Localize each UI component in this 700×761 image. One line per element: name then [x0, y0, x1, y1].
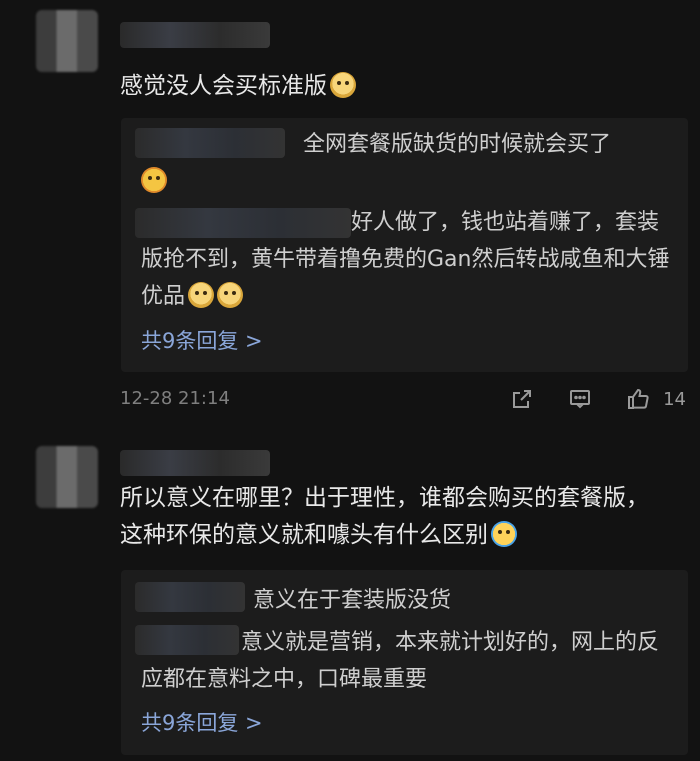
reply-2-text: 好人做了，钱也站着赚了，套装版抢不到，黄牛带着撸免费的Gan然后转战咸鱼和大锤优… [141, 210, 670, 309]
reply-1-text: 全网套餐版缺货的时候就会买了 [141, 126, 672, 200]
thumbs-up-icon[interactable] [623, 384, 653, 414]
doge-icon [330, 72, 356, 98]
doge-icon [217, 282, 244, 308]
reply-2-text: 意义就是营销，本来就计划好的，网上的反应都在意料之中，口碑最重要 [141, 630, 660, 692]
comment-icon[interactable] [565, 384, 595, 414]
avatar[interactable] [36, 446, 98, 508]
comment-body: 感觉没人会买标准版 [120, 73, 327, 99]
comment-2: 所以意义在哪里？出于理性，谁都会购买的套餐版，这种环保的意义就和噱头有什么区别 … [0, 430, 700, 761]
comment-meta: 12-28 21:14 14 [120, 384, 686, 414]
view-more-replies-link[interactable]: 共9条回复 > [141, 707, 263, 737]
share-icon[interactable] [507, 384, 537, 414]
comment-body: 所以意义在哪里？出于理性，谁都会购买的套餐版，这种环保的意义就和噱头有什么区别 [120, 485, 649, 548]
comment-text: 感觉没人会买标准版 [120, 68, 670, 105]
avatar[interactable] [36, 10, 98, 72]
like-count: 14 [663, 388, 686, 410]
timestamp: 12-28 21:14 [120, 388, 230, 409]
cry-laugh-icon [491, 521, 517, 547]
username-blurred[interactable] [120, 22, 270, 48]
reply-box: 意义在于套装版没货 意义就是营销，本来就计划好的，网上的反应都在意料之中，口碑最… [121, 570, 688, 755]
reply-1-text: 意义在于套装版没货 [253, 588, 452, 613]
view-more-replies-link[interactable]: 共9条回复 > [141, 325, 263, 355]
reply-box: 全网套餐版缺货的时候就会买了 好人做了，钱也站着赚了，套装版抢不到，黄牛带着撸免… [121, 118, 688, 372]
doge-icon [188, 282, 215, 308]
username-blurred[interactable] [120, 450, 270, 476]
smiling-hearts-icon [141, 167, 167, 193]
comment-1: 感觉没人会买标准版 全网套餐版缺货的时候就会买了 好人做了，钱也站着赚了，套装版… [0, 0, 700, 430]
comment-text: 所以意义在哪里？出于理性，谁都会购买的套餐版，这种环保的意义就和噱头有什么区别 [120, 480, 670, 554]
